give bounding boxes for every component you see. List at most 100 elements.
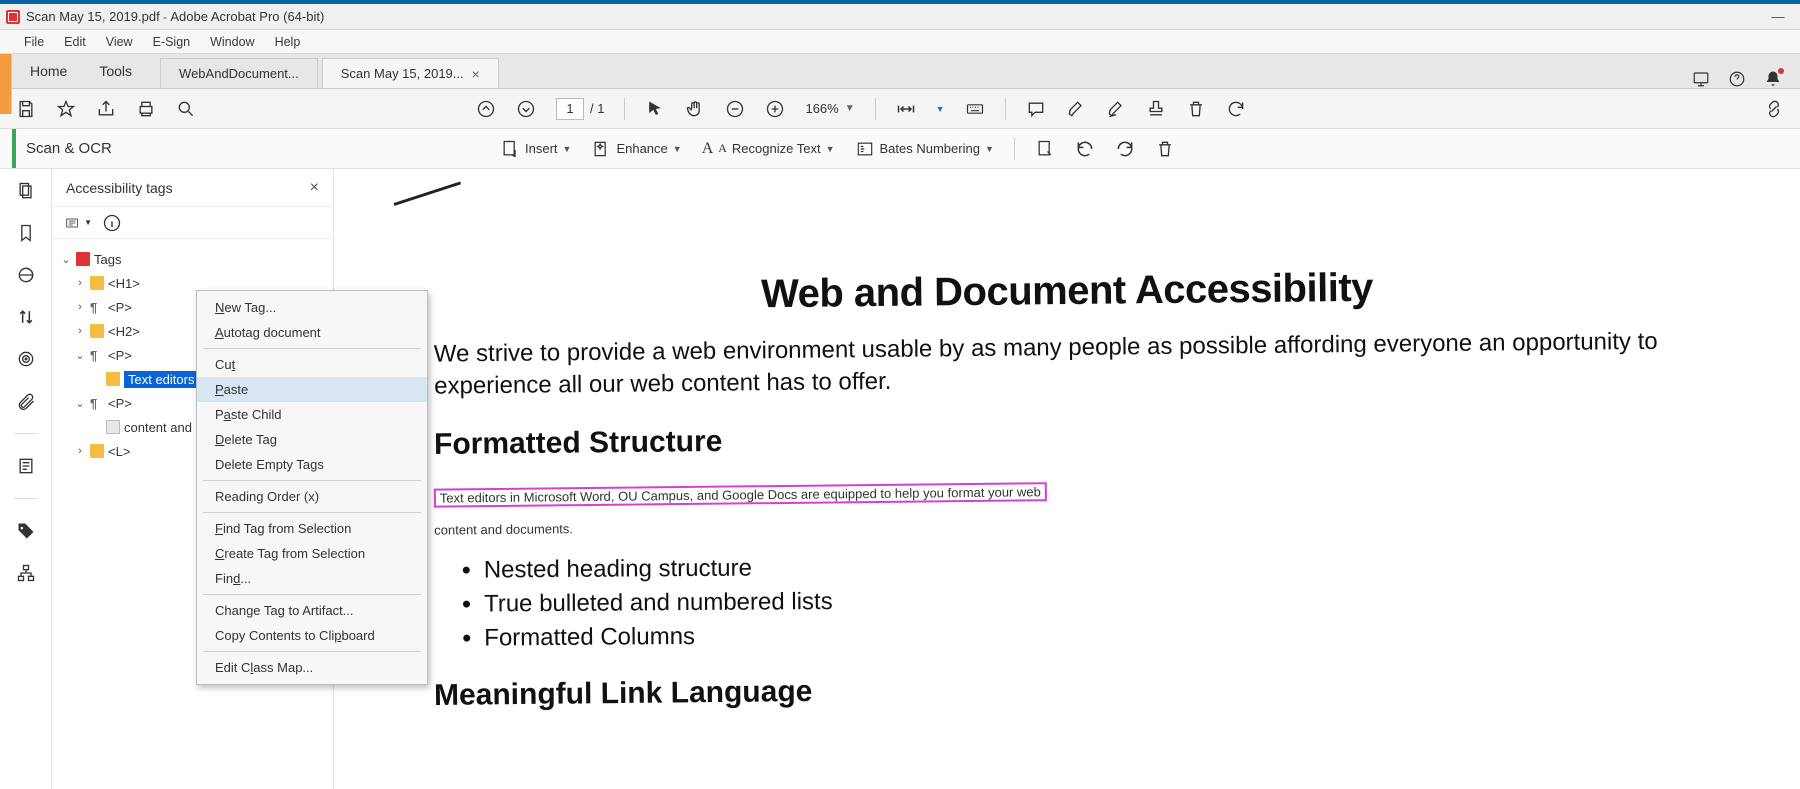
delete-icon[interactable]: [1186, 99, 1206, 119]
zoom-in-icon[interactable]: [765, 99, 785, 119]
bates-numbering-button[interactable]: Bates Numbering▼: [855, 139, 994, 159]
draw-icon[interactable]: [1106, 99, 1126, 119]
doc-heading-2a: Formatted Structure: [434, 414, 1760, 462]
highlight-icon[interactable]: [1066, 99, 1086, 119]
insert-button[interactable]: Insert▼: [500, 139, 571, 159]
menu-file[interactable]: File: [16, 32, 52, 52]
tags-icon[interactable]: [16, 521, 36, 541]
context-menu-item[interactable]: Create Tag from Selection: [197, 541, 427, 566]
main-toolbar: / 1 166%▼ ▼: [0, 89, 1800, 129]
document-tab-2[interactable]: Scan May 15, 2019...×: [322, 58, 499, 88]
context-menu-item[interactable]: Edit Class Map...: [197, 655, 427, 680]
comment-icon[interactable]: [1026, 99, 1046, 119]
page-number-input[interactable]: / 1: [556, 98, 604, 120]
menu-esign[interactable]: E-Sign: [145, 32, 199, 52]
enhance-button[interactable]: Enhance▼: [591, 139, 681, 159]
bates-icon: [855, 139, 875, 159]
fit-width-icon[interactable]: [896, 99, 916, 119]
context-menu-item[interactable]: Change Tag to Artifact...: [197, 598, 427, 623]
panel-title: Accessibility tags: [66, 180, 173, 196]
link-icon[interactable]: [1764, 99, 1784, 119]
doc-paragraph-1: We strive to provide a web environment u…: [434, 325, 1701, 403]
undo-icon[interactable]: [1075, 139, 1095, 159]
scan-artifact: [394, 169, 474, 214]
context-menu-item[interactable]: Copy Contents to Clipboard: [197, 623, 427, 648]
structure-icon[interactable]: [16, 563, 36, 583]
tab-home[interactable]: Home: [14, 63, 83, 79]
context-menu-item[interactable]: Cut: [197, 352, 427, 377]
target-icon[interactable]: [16, 349, 36, 369]
page-action-icon[interactable]: [1035, 139, 1055, 159]
document-tab-bar: Home Tools WebAndDocument... Scan May 15…: [0, 54, 1800, 89]
page-total-label: / 1: [590, 101, 604, 116]
page-current-field[interactable]: [556, 98, 584, 120]
doc-list: Nested heading structure True bulleted a…: [484, 547, 1761, 652]
zoom-level-dropdown[interactable]: 166%▼: [805, 101, 854, 116]
doc-paragraph-2: Text editors in Microsoft Word, OU Campu…: [434, 466, 1701, 544]
trash-icon[interactable]: [1155, 139, 1175, 159]
context-menu-item[interactable]: Find...: [197, 566, 427, 591]
menu-view[interactable]: View: [98, 32, 141, 52]
display-icon[interactable]: [1692, 70, 1710, 88]
hand-tool-icon[interactable]: [685, 99, 705, 119]
pdf-icon: [6, 10, 20, 24]
stamp-icon[interactable]: [1146, 99, 1166, 119]
window-title: Scan May 15, 2019.pdf - Adobe Acrobat Pr…: [26, 9, 324, 24]
page-down-icon[interactable]: [516, 99, 536, 119]
enhance-icon: [591, 139, 611, 159]
thumbnails-icon[interactable]: [16, 181, 36, 201]
layers-icon[interactable]: [16, 456, 36, 476]
bookmarks-icon[interactable]: [16, 223, 36, 243]
selected-text-highlight: Text editors in Microsoft Word, OU Campu…: [434, 482, 1047, 507]
menu-edit[interactable]: Edit: [56, 32, 94, 52]
select-tool-icon[interactable]: [645, 99, 665, 119]
context-menu-item[interactable]: Delete Tag: [197, 427, 427, 452]
tab-tools[interactable]: Tools: [83, 63, 148, 79]
menu-help[interactable]: Help: [267, 32, 309, 52]
context-menu-item[interactable]: Find Tag from Selection: [197, 516, 427, 541]
notifications-icon[interactable]: [1764, 70, 1782, 88]
toolbar-section-label: Scan & OCR: [26, 140, 112, 157]
order-icon[interactable]: [16, 307, 36, 327]
scan-ocr-toolbar: Scan & OCR Insert▼ Enhance▼ AA Recognize…: [0, 129, 1800, 169]
menu-window[interactable]: Window: [202, 32, 262, 52]
list-item: True bulleted and numbered lists: [484, 581, 1760, 618]
left-task-tab[interactable]: [0, 54, 12, 114]
context-menu-item[interactable]: Reading Order (x): [197, 484, 427, 509]
list-item: Nested heading structure: [484, 547, 1760, 584]
rotate-icon[interactable]: [1226, 99, 1246, 119]
close-panel-icon[interactable]: ×: [310, 179, 319, 197]
page-up-icon[interactable]: [476, 99, 496, 119]
save-icon[interactable]: [16, 99, 36, 119]
doc-heading-2b: Meaningful Link Language: [434, 665, 1760, 713]
context-menu-item[interactable]: Delete Empty Tags: [197, 452, 427, 477]
context-menu-item[interactable]: Paste Child: [197, 402, 427, 427]
redo-icon[interactable]: [1115, 139, 1135, 159]
print-icon[interactable]: [136, 99, 156, 119]
attachments-icon[interactable]: [16, 391, 36, 411]
minimize-button[interactable]: —: [1762, 7, 1794, 27]
insert-icon: [500, 139, 520, 159]
navigation-rail: [0, 169, 52, 789]
close-tab-icon[interactable]: ×: [472, 66, 480, 82]
doc-heading-1: Web and Document Accessibility: [374, 262, 1760, 322]
recognize-text-button[interactable]: AA Recognize Text▼: [702, 140, 835, 158]
context-menu-item[interactable]: New Tag...: [197, 295, 427, 320]
title-bar: Scan May 15, 2019.pdf - Adobe Acrobat Pr…: [0, 4, 1800, 30]
options-icon[interactable]: ▼: [66, 213, 92, 233]
list-item: Formatted Columns: [484, 615, 1760, 652]
document-tab-1[interactable]: WebAndDocument...: [160, 58, 318, 88]
keyboard-icon[interactable]: [965, 99, 985, 119]
info-icon[interactable]: [102, 213, 122, 233]
share-icon[interactable]: [96, 99, 116, 119]
menu-bar: File Edit View E-Sign Window Help: [0, 30, 1800, 54]
context-menu-item[interactable]: Autotag document: [197, 320, 427, 345]
content-icon[interactable]: [16, 265, 36, 285]
context-menu[interactable]: New Tag...Autotag document CutPastePaste …: [196, 290, 428, 685]
zoom-out-icon[interactable]: [725, 99, 745, 119]
help-icon[interactable]: [1728, 70, 1746, 88]
star-icon[interactable]: [56, 99, 76, 119]
search-icon[interactable]: [176, 99, 196, 119]
document-view[interactable]: Web and Document Accessibility We strive…: [334, 169, 1800, 789]
context-menu-item[interactable]: Paste: [197, 377, 427, 402]
